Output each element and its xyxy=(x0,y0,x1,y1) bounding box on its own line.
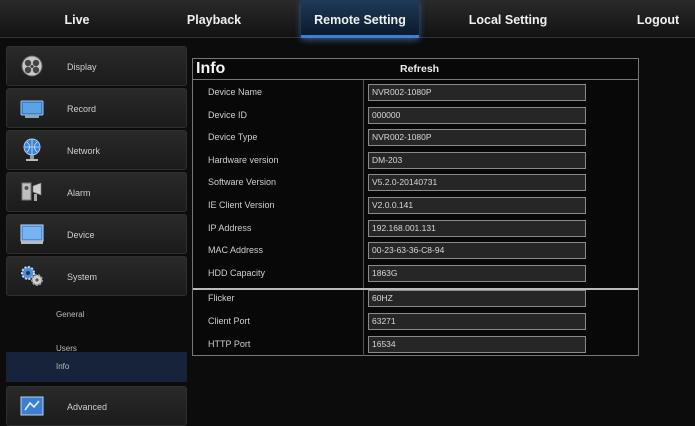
info-row: Software Version V5.2.0-20140731 xyxy=(193,171,638,194)
info-row-label: Hardware version xyxy=(208,154,279,165)
sidebar-item-label: Alarm xyxy=(67,188,91,198)
sidebar-subitem-info[interactable]: Info xyxy=(6,352,187,382)
info-row-value-field: NVR002-1080P xyxy=(368,84,586,101)
sidebar-subitem-general[interactable]: General xyxy=(6,298,187,332)
sidebar-item-network[interactable]: Network xyxy=(6,130,187,170)
sidebar-subitem-label: General xyxy=(56,310,85,319)
advanced-icon xyxy=(20,396,44,416)
sidebar-item-label: Network xyxy=(67,146,101,156)
info-row-label: IP Address xyxy=(208,222,252,233)
sidebar-item-record[interactable]: Record xyxy=(6,88,187,128)
info-row-label: HDD Capacity xyxy=(208,267,266,278)
info-row-label: Device Name xyxy=(208,87,263,97)
sidebar-item-label: Display xyxy=(67,62,97,72)
record-icon xyxy=(20,100,44,118)
panel-title: Info xyxy=(196,60,226,77)
sidebar: Display Record Network Alarm Device Syst… xyxy=(0,42,187,426)
info-row-label: Flicker xyxy=(208,293,235,304)
info-row: Flicker 60HZ xyxy=(193,287,638,310)
panel-header: Info Refresh xyxy=(193,59,638,80)
info-row-value-field: 00-23-63-36-C8-94 xyxy=(368,242,586,260)
device-icon xyxy=(20,224,44,244)
info-row: IP Address 192.168.001.131 xyxy=(193,217,638,240)
info-row: Device Name NVR002-1080P xyxy=(193,81,638,104)
tab-local-setting[interactable]: Local Setting xyxy=(462,0,554,38)
sidebar-item-label: Advanced xyxy=(67,402,108,412)
info-row-value-field: 60HZ xyxy=(368,290,586,308)
sidebar-subitem-label: Info xyxy=(56,362,70,371)
info-row-value-field: 000000 xyxy=(368,106,586,124)
display-icon xyxy=(21,55,43,77)
logout-button[interactable]: Logout xyxy=(628,0,688,38)
sidebar-item-label: Record xyxy=(67,104,97,114)
info-panel: Info Refresh Device Name NVR002-1080P Devi… xyxy=(192,58,639,356)
info-row-label: IE Client Version xyxy=(208,200,275,210)
sidebar-item-label: System xyxy=(67,272,98,282)
top-nav: Live Playback Remote Setting Local Setti… xyxy=(0,0,695,38)
sidebar-item-system[interactable]: System xyxy=(6,256,187,296)
refresh-button[interactable]: Refresh xyxy=(400,63,439,75)
info-row: HDD Capacity 1863G xyxy=(193,262,638,285)
sidebar-item-advanced[interactable]: Advanced xyxy=(6,386,187,426)
info-row: Device Type NVR002-1080P xyxy=(193,126,638,149)
sidebar-item-alarm[interactable]: Alarm xyxy=(6,172,187,212)
sidebar-item-device[interactable]: Device xyxy=(6,214,187,254)
info-row-label: Device Type xyxy=(208,132,258,143)
system-icon xyxy=(21,266,43,286)
info-row-value-field: DM-203 xyxy=(368,151,586,169)
info-row: IE Client Version V2.0.0.141 xyxy=(193,194,638,217)
info-row-label: MAC Address xyxy=(208,245,264,256)
info-row-value-field: V5.2.0-20140731 xyxy=(368,174,586,192)
info-row-value-field: V2.0.0.141 xyxy=(368,197,586,214)
network-icon xyxy=(23,138,41,161)
info-row-value-field: 63271 xyxy=(368,313,586,330)
info-row: Hardware version DM-203 xyxy=(193,149,638,172)
section-divider xyxy=(193,288,638,290)
info-row: HTTP Port 16534 xyxy=(193,333,638,356)
app-root: Live Playback Remote Setting Local Setti… xyxy=(0,0,695,426)
tab-playback[interactable]: Playback xyxy=(175,0,253,38)
info-row-value-field: 192.168.001.131 xyxy=(368,219,586,237)
info-row-label: HTTP Port xyxy=(208,338,251,349)
alarm-icon xyxy=(21,182,42,201)
info-row: Device ID 000000 xyxy=(193,104,638,127)
sidebar-item-label: Device xyxy=(67,230,95,240)
sidebar-item-display[interactable]: Display xyxy=(6,46,187,86)
info-row-value-field: NVR002-1080P xyxy=(368,129,586,147)
info-row-label: Device ID xyxy=(208,109,248,120)
info-row-value-field: 1863G xyxy=(368,264,586,282)
tab-live[interactable]: Live xyxy=(42,0,112,38)
tab-remote-setting[interactable]: Remote Setting xyxy=(301,0,419,38)
info-row-label: Client Port xyxy=(208,316,251,326)
info-row: MAC Address 00-23-63-36-C8-94 xyxy=(193,239,638,262)
info-row: Client Port 63271 xyxy=(193,310,638,333)
info-row-value-field: 16534 xyxy=(368,335,586,353)
info-row-label: Software Version xyxy=(208,177,277,188)
